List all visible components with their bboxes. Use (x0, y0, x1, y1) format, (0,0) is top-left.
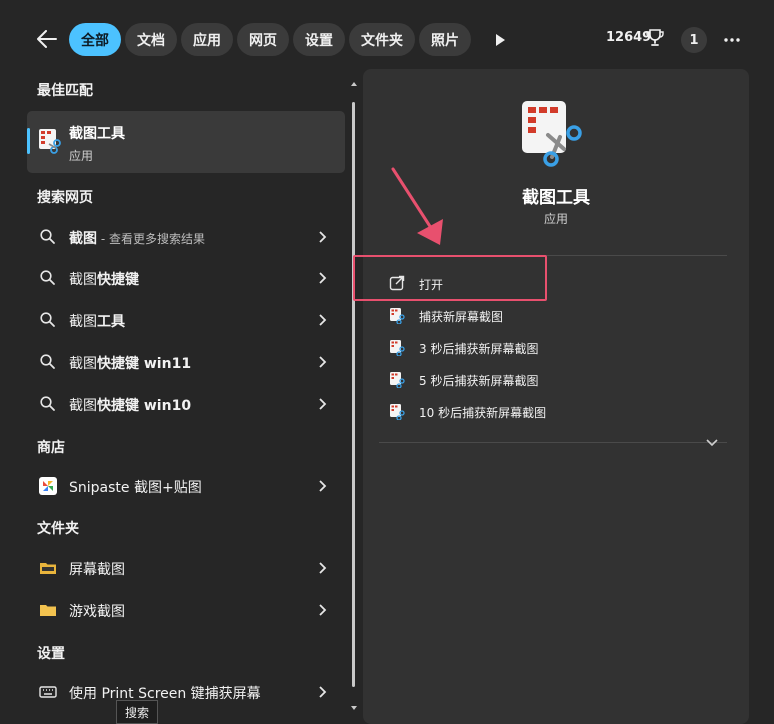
search-icon (40, 312, 55, 327)
action-label: 5 秒后捕获新屏幕截图 (419, 374, 539, 388)
arrow-left-icon (37, 30, 57, 48)
chevron-right-icon (319, 604, 327, 616)
best-match-subtitle: 应用 (69, 149, 94, 163)
search-icon (40, 270, 55, 285)
web-result-label: 截图工具 (69, 314, 125, 330)
folder-result-label: 屏幕截图 (69, 562, 125, 578)
annotation-arrow-icon (391, 167, 443, 245)
snipping-tool-icon (390, 404, 405, 420)
ellipsis-icon (724, 38, 740, 42)
tooltip: 搜索 (116, 700, 159, 724)
action-label: 捕获新屏幕截图 (419, 310, 504, 324)
section-store: 商店 (37, 440, 65, 456)
section-search-web: 搜索网页 (37, 190, 93, 206)
chevron-right-icon (319, 686, 327, 698)
tab-folders[interactable]: 文件夹 (349, 23, 415, 56)
divider (379, 442, 727, 443)
action-label: 打开 (419, 278, 444, 292)
store-result-label: Snipaste 截图+贴图 (69, 480, 202, 496)
play-more-tabs-button[interactable] (490, 30, 510, 50)
results-scrollbar[interactable] (350, 78, 358, 718)
chevron-right-icon (319, 562, 327, 574)
web-result-label: 截图 - 查看更多搜索结果 (69, 231, 205, 247)
folder-result-row[interactable]: 游戏截图 (27, 592, 345, 628)
section-folders: 文件夹 (37, 521, 79, 537)
snipping-tool-icon (390, 372, 405, 388)
chevron-down-icon[interactable] (705, 435, 719, 449)
trophy-icon[interactable] (646, 28, 664, 48)
tab-photos[interactable]: 照片 (419, 23, 471, 56)
more-options-button[interactable] (722, 30, 742, 50)
action-label: 10 秒后捕获新屏幕截图 (419, 406, 547, 420)
chevron-right-icon (319, 314, 327, 326)
search-icon (40, 229, 55, 244)
web-result-row[interactable]: 截图快捷键 win11 (27, 344, 345, 380)
snipping-tool-icon (522, 101, 582, 167)
folder-icon (40, 605, 56, 616)
account-badge[interactable]: 1 (681, 27, 707, 53)
action-capture[interactable]: 捕获新屏幕截图 (389, 304, 689, 328)
store-result-row[interactable]: Snipaste 截图+贴图 (27, 468, 345, 504)
back-button[interactable] (34, 26, 60, 52)
action-capture-5s[interactable]: 5 秒后捕获新屏幕截图 (389, 368, 689, 392)
scroll-up-icon[interactable] (350, 80, 358, 88)
folder-icon (40, 563, 56, 574)
chevron-right-icon (319, 231, 327, 243)
open-external-icon (389, 275, 405, 291)
chevron-right-icon (319, 480, 327, 492)
search-results-list: 最佳匹配 截图工具 应用 搜索网页 截图 - 查看更多搜索结果 截图快捷键 截图… (0, 68, 362, 724)
action-label: 3 秒后捕获新屏幕截图 (419, 342, 539, 356)
search-icon (40, 354, 55, 369)
section-best-match: 最佳匹配 (37, 83, 93, 99)
selection-indicator (27, 128, 30, 154)
tab-all[interactable]: 全部 (69, 23, 121, 56)
settings-result-label: 使用 Print Screen 键捕获屏幕 (69, 686, 261, 702)
settings-result-row[interactable]: 使用 Print Screen 键捕获屏幕 (27, 674, 345, 710)
web-result-label: 截图快捷键 win10 (69, 398, 192, 414)
action-capture-10s[interactable]: 10 秒后捕获新屏幕截图 (389, 400, 689, 424)
snipping-tool-icon (39, 129, 61, 154)
search-icon (40, 396, 55, 411)
snipping-tool-icon (390, 340, 405, 356)
best-match-item[interactable]: 截图工具 应用 (27, 111, 345, 173)
play-icon (496, 34, 505, 46)
section-settings: 设置 (37, 646, 65, 662)
web-result-row[interactable]: 截图 - 查看更多搜索结果 (27, 219, 345, 255)
web-result-row[interactable]: 截图快捷键 (27, 260, 345, 296)
best-match-title: 截图工具 (69, 126, 125, 142)
tab-apps[interactable]: 应用 (181, 23, 233, 56)
rewards-points[interactable]: 12649 (606, 30, 651, 45)
chevron-right-icon (319, 398, 327, 410)
folder-result-label: 游戏截图 (69, 604, 125, 620)
scroll-down-icon[interactable] (350, 704, 358, 712)
snipaste-icon (39, 477, 57, 495)
search-filter-bar: 全部 文档 应用 网页 设置 文件夹 照片 12649 1 (0, 0, 774, 68)
tab-web[interactable]: 网页 (237, 23, 289, 56)
tab-settings[interactable]: 设置 (293, 23, 345, 56)
web-result-row[interactable]: 截图快捷键 win10 (27, 386, 345, 422)
tab-documents[interactable]: 文档 (125, 23, 177, 56)
keyboard-icon (39, 686, 57, 698)
snipping-tool-icon (390, 308, 405, 324)
chevron-right-icon (319, 356, 327, 368)
action-open[interactable]: 打开 (389, 272, 689, 296)
web-result-label: 截图快捷键 (69, 272, 139, 288)
folder-result-row[interactable]: 屏幕截图 (27, 550, 345, 586)
action-capture-3s[interactable]: 3 秒后捕获新屏幕截图 (389, 336, 689, 360)
web-result-label: 截图快捷键 win11 (69, 356, 192, 372)
scrollbar-thumb[interactable] (352, 102, 355, 687)
web-result-row[interactable]: 截图工具 (27, 302, 345, 338)
chevron-right-icon (319, 272, 327, 284)
